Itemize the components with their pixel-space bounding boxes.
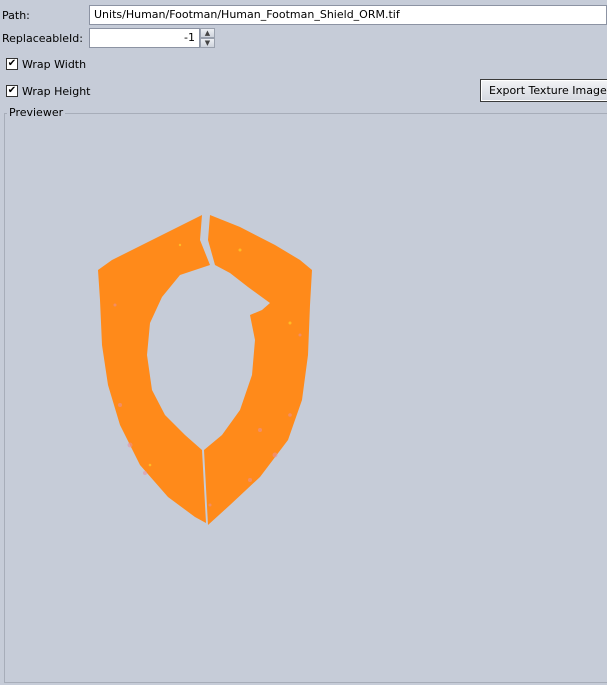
- replaceable-id-input[interactable]: -1: [89, 28, 200, 48]
- path-input[interactable]: Units/Human/Footman/Human_Footman_Shield…: [89, 5, 607, 25]
- stepper-down-button[interactable]: ▼: [200, 38, 215, 48]
- wrap-height-checkbox[interactable]: ✔: [6, 85, 18, 97]
- previewer-title: Previewer: [7, 106, 66, 120]
- texture-preview-image: [98, 215, 312, 525]
- wrap-width-label: Wrap Width: [22, 58, 87, 71]
- stepper-up-button[interactable]: ▲: [200, 28, 215, 38]
- shield-texture: [98, 215, 312, 525]
- replaceable-id-label: ReplaceableId:: [2, 32, 83, 45]
- wrap-height-label: Wrap Height: [22, 85, 91, 98]
- replaceable-id-stepper: ▲ ▼: [200, 28, 215, 48]
- wrap-width-checkbox[interactable]: ✔: [6, 58, 18, 70]
- path-label: Path:: [2, 9, 30, 22]
- export-texture-button[interactable]: Export Texture Image File: [480, 79, 607, 102]
